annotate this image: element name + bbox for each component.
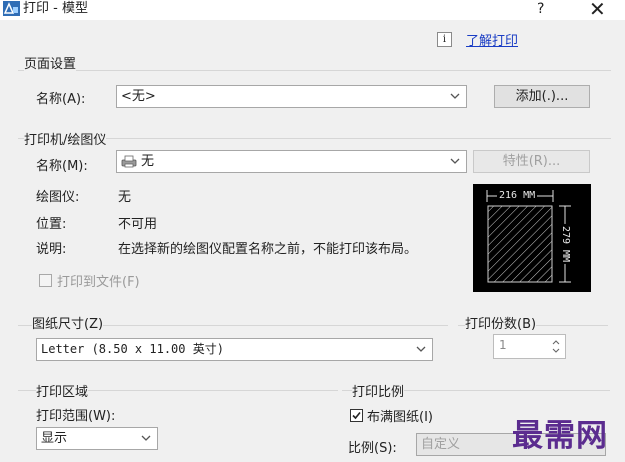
plotter-device-label: 绘图仪: (36, 190, 80, 205)
plotter-description-label: 说明: (36, 242, 67, 257)
plot-range-label: 打印范围(W): (36, 409, 116, 424)
scale-label: 比例(S): (348, 441, 397, 456)
printer-icon (121, 155, 137, 168)
paper-preview: 216 MM 279 MM (473, 184, 591, 292)
checkmark-icon (352, 411, 361, 420)
fit-to-paper-label: 布满图纸(I) (367, 410, 433, 425)
page-setup-name-label: 名称(A): (36, 92, 86, 107)
paper-size-group-title: 图纸尺寸(Z) (32, 313, 104, 332)
copies-group-title: 打印份数(B) (465, 313, 537, 332)
chevron-down-icon (416, 346, 426, 352)
plot-to-file-checkbox[interactable] (39, 274, 52, 287)
window-title: 打印 - 模型 (23, 1, 88, 16)
preview-width-label: 216 MM (497, 190, 538, 202)
plotter-group-title: 打印机/绘图仪 (24, 129, 107, 148)
spinner-arrows-icon[interactable] (551, 338, 561, 355)
plotter-description-value: 在选择新的绘图仪配置名称之前，不能打印该布局。 (118, 242, 418, 257)
paper-size-value: Letter (8.50 x 11.00 英寸) (41, 342, 224, 356)
preview-height-label: 279 MM (559, 223, 571, 265)
plot-range-dropdown[interactable]: 显示 (36, 427, 158, 450)
autocad-app-icon (3, 1, 20, 16)
paper-size-dropdown[interactable]: Letter (8.50 x 11.00 英寸) (36, 338, 433, 361)
plotter-name-label: 名称(M): (36, 159, 88, 174)
plot-area-group-title: 打印区域 (36, 381, 89, 400)
help-button[interactable]: ? (537, 0, 544, 18)
title-bar (0, 0, 625, 20)
chevron-down-icon (450, 93, 460, 99)
info-icon[interactable]: i (437, 32, 452, 47)
plotter-name-dropdown[interactable]: 无 (116, 150, 467, 173)
add-page-setup-button[interactable]: 添加(.)... (494, 85, 590, 108)
plotter-location-label: 位置: (36, 217, 67, 232)
learn-plot-link[interactable]: 了解打印 (466, 30, 518, 49)
page-setup-group-border (18, 70, 611, 71)
plot-to-file-label: 打印到文件(F) (57, 275, 140, 290)
copies-value: 1 (499, 338, 507, 352)
page-setup-name-dropdown[interactable]: <无> (116, 85, 467, 108)
scale-value: 自定义 (421, 437, 461, 452)
plot-scale-group-title: 打印比例 (352, 381, 405, 400)
plotter-location-value: 不可用 (118, 217, 158, 232)
watermark-text: 最需网 (512, 418, 608, 454)
copies-spinner[interactable]: 1 (493, 334, 566, 359)
plotter-group-border (18, 138, 611, 139)
page-setup-name-value: <无> (121, 89, 156, 104)
page-setup-group-title: 页面设置 (24, 53, 77, 72)
plot-range-value: 显示 (41, 431, 68, 446)
plotter-device-value: 无 (118, 190, 132, 205)
chevron-down-icon (450, 158, 460, 164)
plotter-name-value: 无 (141, 154, 155, 169)
fit-to-paper-checkbox[interactable] (350, 409, 363, 422)
chevron-down-icon (141, 435, 151, 441)
plotter-properties-button[interactable]: 特性(R)... (473, 150, 590, 173)
close-button[interactable]: ✕ (589, 0, 606, 20)
